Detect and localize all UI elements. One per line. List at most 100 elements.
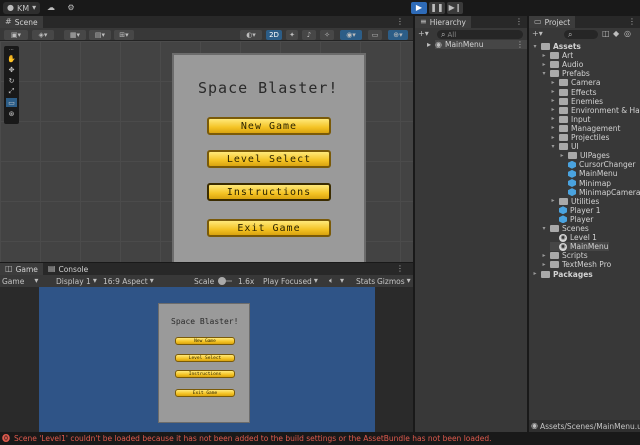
chevron-right-icon[interactable]: ▸ [541,52,547,59]
project-tree-item[interactable]: Player [550,215,593,224]
filter-type-icon[interactable]: ◫ [602,30,610,38]
tab-scene[interactable]: # Scene [0,16,43,28]
project-tree-item[interactable]: CursorChanger [559,160,635,169]
project-tree-item[interactable]: ▸ Camera [550,78,600,87]
pause-button[interactable]: ❚❚ [429,2,445,14]
console-status-bar[interactable]: ⓿ Scene 'Level1' couldn't be loaded beca… [0,432,640,445]
visibility-icon[interactable]: ◉▾ [340,30,362,40]
scene-menu-card[interactable]: Space Blaster! New Game Level Select Ins… [172,53,366,262]
project-tree-item[interactable]: Player 1 [550,206,601,215]
project-tree-item[interactable]: ▸ Utilities [550,197,599,206]
project-tree-item[interactable]: ▸ TextMesh Pro [541,260,611,269]
cloud-icon[interactable]: ☁ [44,2,58,14]
chevron-down-icon[interactable]: ▾ [340,277,344,285]
project-tree-item[interactable]: ◉ Level 1 [550,233,597,242]
project-tree-item[interactable]: ▸ UIPages [559,151,609,160]
game-exit-game-button[interactable]: Exit Game [175,389,235,397]
project-tree-item[interactable]: ▸ Packages [532,270,592,279]
project-tree-item[interactable]: Minimap [559,179,611,188]
chevron-right-icon[interactable]: ▸ [532,271,538,277]
chevron-right-icon[interactable]: ▸ [427,41,431,49]
project-tree-item[interactable]: ▸ Art [541,51,573,60]
chevron-right-icon[interactable]: ▸ [550,98,556,104]
view-select-dropdown[interactable]: Game ▾ [2,276,38,286]
more-icon[interactable]: ⋮ [396,265,404,273]
project-tree-item[interactable]: ▸ Projectiles [550,133,609,142]
scene-new-game-button[interactable]: New Game [207,117,331,135]
aspect-dropdown[interactable]: 16:9 Aspect ▾ [103,276,154,286]
chevron-right-icon[interactable]: ▸ [541,252,547,259]
chevron-down-icon[interactable]: ▾ [532,43,538,50]
chevron-right-icon[interactable]: ▸ [559,152,565,159]
game-level-select-button[interactable]: Level Select [175,354,235,362]
hierarchy-search-input[interactable]: ⌕ All [437,30,523,39]
scene-exit-game-button[interactable]: Exit Game [207,219,331,237]
chevron-right-icon[interactable]: ▸ [541,61,547,68]
move-tool-icon[interactable]: ✥ [6,65,17,74]
account-dropdown[interactable]: ● KM ▾ [3,2,41,14]
chevron-right-icon[interactable]: ▸ [550,198,556,204]
project-search-input[interactable]: ⌕ [564,30,598,39]
chevron-down-icon[interactable]: ▾ [541,70,547,77]
chevron-down-icon[interactable]: ▾ [550,143,556,150]
tab-console[interactable]: ▤ Console [42,263,94,275]
project-tree-item[interactable]: ▸ Input [550,115,590,124]
project-tree-item[interactable]: MinimapCamera [559,188,640,197]
snap-dropdown[interactable]: ▤▾ [89,30,111,40]
grid-snap-dropdown[interactable]: ▦▾ [64,30,86,40]
toggle-2d-button[interactable]: 2D [266,30,282,40]
scale-tool-icon[interactable]: ⤢ [6,87,17,96]
rotate-tool-icon[interactable]: ↻ [6,76,17,85]
project-tree-item[interactable]: ▸ Enemies [550,97,603,106]
project-tree-item[interactable]: ▸ Management [550,124,620,133]
drag-handle-icon[interactable]: ⋯ [6,47,17,53]
eye-icon[interactable]: ◎ [624,30,631,38]
filter-label-icon[interactable]: ◆ [613,30,619,38]
project-tree-item[interactable]: ▾ Prefabs [541,69,589,78]
game-new-game-button[interactable]: New Game [175,337,235,345]
more-icon[interactable]: ⋮ [628,18,636,26]
gear-icon[interactable]: ⚙ [64,2,78,14]
game-instructions-button[interactable]: Instructions [175,370,235,378]
project-tree-item[interactable]: ▸ Scripts [541,251,587,260]
project-tree-item[interactable]: ▾ Scenes [541,224,588,233]
step-button[interactable]: ▶❙ [447,2,463,14]
lighting-icon[interactable]: ✦ [286,30,298,40]
transform-tool-dropdown[interactable]: ▣▾ [4,30,28,40]
chevron-right-icon[interactable]: ▸ [541,261,547,268]
gizmos-icon[interactable]: ⊕▾ [388,30,408,40]
project-tree-item[interactable]: ◉ MainMenu [550,242,609,252]
project-tree-item[interactable]: ▾ UI [550,142,578,151]
project-tree-item[interactable]: ▾ Assets [532,42,580,51]
chevron-right-icon[interactable]: ▸ [550,134,556,141]
chevron-right-icon[interactable]: ▸ [550,79,556,86]
mute-audio-icon[interactable]: 🔈︎ [329,277,334,285]
rect-tool-icon[interactable]: ▭ [6,98,17,107]
chevron-right-icon[interactable]: ▸ [550,125,556,131]
play-button[interactable]: ▶ [411,2,427,14]
scene-viewport[interactable]: Space Blaster! New Game Level Select Ins… [0,41,413,262]
scale-slider[interactable] [218,277,232,285]
camera-icon[interactable]: ▭ [368,30,382,40]
chevron-right-icon[interactable]: ▸ [550,107,556,113]
more-icon[interactable]: ⋮ [516,40,524,49]
play-mode-dropdown[interactable]: Play Focused ▾ [263,276,318,286]
gizmos-dropdown[interactable]: Gizmos ▾ [377,276,411,286]
audio-icon[interactable]: ♪ [302,30,316,40]
add-icon[interactable]: +▾ [418,30,429,38]
tab-hierarchy[interactable]: ≡ Hierarchy [415,16,471,28]
chevron-right-icon[interactable]: ▸ [550,89,556,95]
tab-project[interactable]: ▭ Project [529,16,576,28]
project-tree-item[interactable]: ▸ Audio [541,60,583,69]
scale-slider-handle[interactable] [218,277,226,285]
hierarchy-item[interactable]: ◉ MainMenu ⋮ [435,40,527,49]
add-icon[interactable]: +▾ [532,30,543,38]
effects-icon[interactable]: ✧ [320,30,334,40]
project-tree-item[interactable]: MainMenu [559,169,618,178]
game-viewport[interactable]: Space Blaster! New Game Level Select Ins… [39,287,375,432]
increment-snap-dropdown[interactable]: ⊞▾ [114,30,134,40]
project-tree-item[interactable]: ▸ Environment & Haza [550,106,640,115]
tab-game[interactable]: ◫ Game [0,263,43,275]
more-icon[interactable]: ⋮ [396,18,404,26]
display-dropdown[interactable]: Display 1 ▾ [56,276,97,286]
